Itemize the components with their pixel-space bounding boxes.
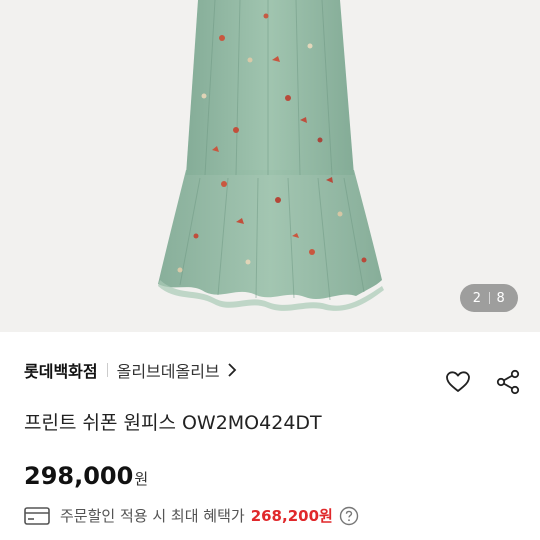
price-unit: 원 <box>134 470 149 488</box>
share-icon[interactable] <box>494 368 522 396</box>
image-counter: 2 8 <box>460 284 518 312</box>
product-title: 프린트 쉬폰 원피스 OW2MO424DT <box>24 412 322 434</box>
price-row: 298,000 원 <box>24 462 148 490</box>
product-price: 298,000 <box>24 462 134 490</box>
brand-row[interactable]: 롯데백화점 올리브데올리브 <box>24 356 238 384</box>
benefit-price: 268,200원 <box>250 507 333 525</box>
benefit-row: 주문할인 적용 시 최대 혜택가 268,200원 <box>24 505 359 526</box>
product-image-gallery[interactable]: 2 8 <box>0 0 540 332</box>
credit-card-icon <box>24 506 50 525</box>
brand-name[interactable]: 롯데백화점 <box>24 358 98 382</box>
question-circle-icon[interactable] <box>339 506 359 526</box>
store-name[interactable]: 올리브데올리브 <box>117 358 220 382</box>
image-total-count: 8 <box>496 290 506 306</box>
product-info-panel: 롯데백화점 올리브데올리브 프린트 쉬폰 원피스 OW2MO424DT 298,… <box>0 332 540 540</box>
benefit-label: 주문할인 적용 시 최대 혜택가 <box>60 507 245 525</box>
brand-divider <box>106 363 108 377</box>
heart-icon[interactable] <box>444 368 472 396</box>
image-current-index: 2 <box>472 290 482 306</box>
counter-divider <box>488 292 490 304</box>
chevron-right-icon[interactable] <box>226 363 238 377</box>
product-photo <box>158 0 384 311</box>
action-buttons <box>444 368 522 396</box>
